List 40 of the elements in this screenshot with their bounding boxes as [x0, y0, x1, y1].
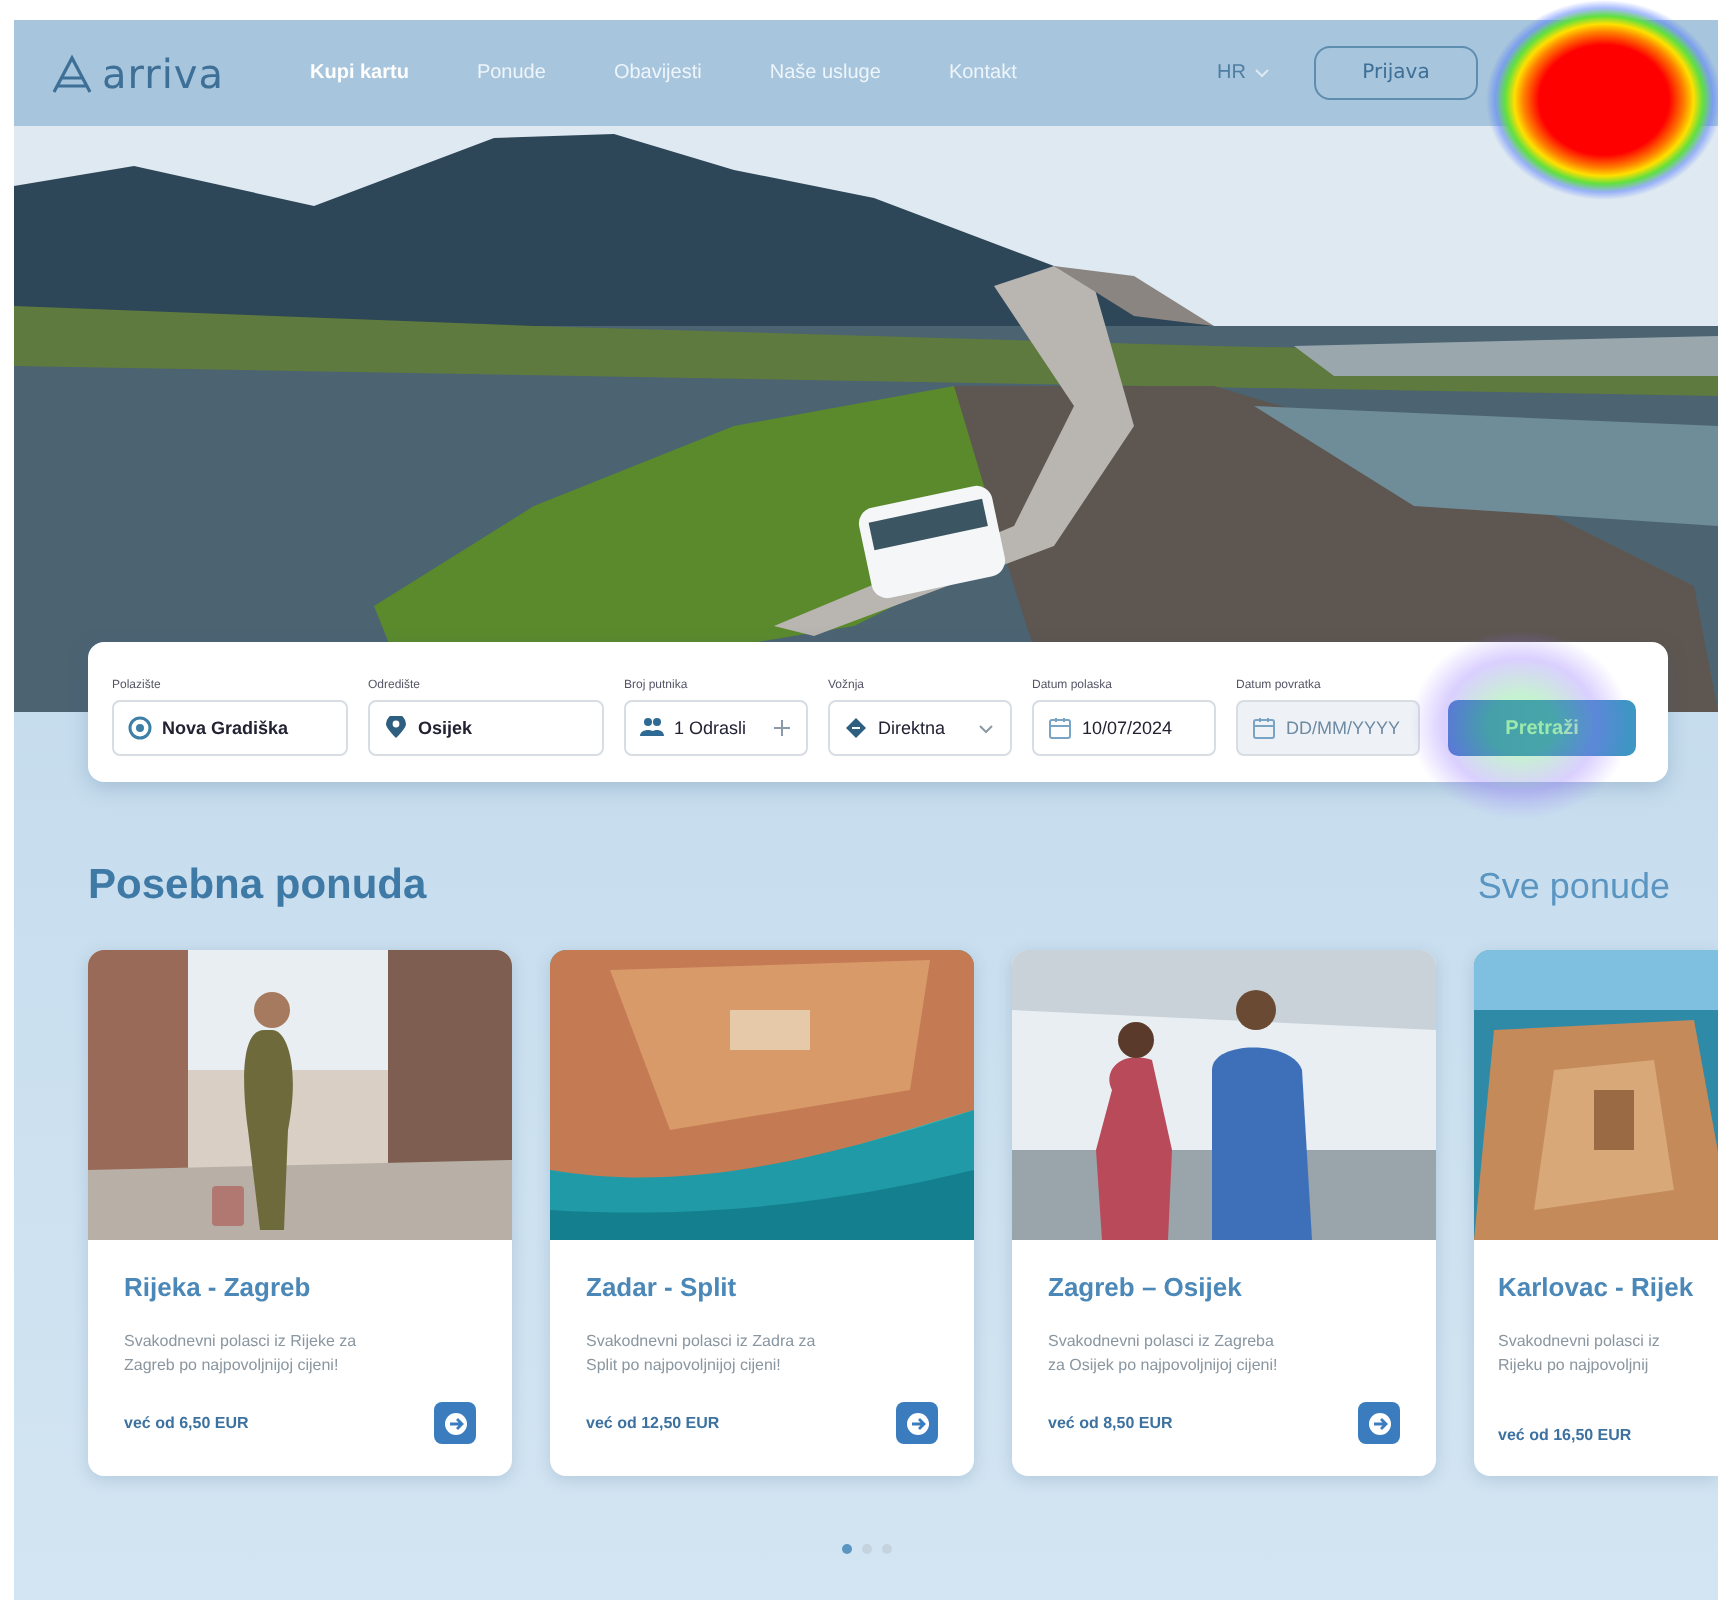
input-field[interactable]: Nova Gradiška [112, 700, 348, 756]
arrow-button[interactable] [1358, 1402, 1400, 1444]
arrow-icon [1367, 1411, 1391, 1435]
date-field[interactable]: DD/MM/YYYY [1236, 700, 1420, 756]
pin-icon [384, 716, 408, 740]
route-description: Svakodnevni polasci iz Rijeke za Zagreb po najpovoljnijoj cijeni! [124, 1330, 359, 1378]
price-label: već od 12,50 EUR [586, 1414, 720, 1432]
date-field[interactable]: 10/07/2024 [1032, 700, 1216, 756]
price-label: već od 16,50 EUR [1498, 1426, 1632, 1444]
offer-card[interactable]: Karlovac - Rijek Svakodnevni polasci iz Rijeku po najpovoljnij već od 16,50 EUR [1474, 950, 1718, 1476]
offer-card[interactable]: Zadar - Split Svakodnevni polasci iz Zadra za Split po najpovoljnijoj cijeni! već od 12,50 EUR [550, 950, 974, 1476]
input-field[interactable]: Osijek [368, 700, 604, 756]
logo-icon [50, 53, 94, 93]
price-label: već od 6,50 EUR [124, 1414, 249, 1432]
section-title: Posebna ponuda [88, 862, 427, 910]
route-title: Zadar - Split [586, 1272, 739, 1302]
price-label: već od 8,50 EUR [1048, 1414, 1173, 1432]
arrow-icon [443, 1411, 467, 1435]
input-field[interactable]: 1 Odrasli [624, 700, 808, 756]
route-title: Zagreb – Osijek [1048, 1272, 1244, 1302]
people-icon [640, 716, 664, 740]
arrow-button[interactable] [896, 1402, 938, 1444]
calendar-icon [1048, 716, 1072, 740]
login-button[interactable]: Prijava [1314, 46, 1478, 100]
arrow-button[interactable] [434, 1402, 476, 1444]
logo-text: arriva [102, 49, 224, 97]
offer-card[interactable]: Zagreb – Osijek Svakodnevni polasci iz Zagreba za Osijek po najpovoljnijoj cijeni! već od 8,50 EUR [1012, 950, 1436, 1476]
route-title: Rijeka - Zagreb [124, 1272, 313, 1302]
page-dot[interactable] [841, 1544, 851, 1554]
caret-icon [1254, 67, 1270, 79]
route-title: Karlovac - Rijek [1498, 1272, 1696, 1302]
location-icon [128, 716, 152, 740]
calendar-icon [1252, 716, 1276, 740]
arrow-icon [905, 1411, 929, 1435]
route-description: Svakodnevni polasci iz Zadra za Split po najpovoljnijoj cijeni! [586, 1330, 818, 1378]
select-field[interactable]: Direktna [828, 700, 1012, 756]
route-description: Svakodnevni polasci iz Zagreba za Osijek po najpovoljnijoj cijeni! [1048, 1330, 1280, 1378]
plus-icon [770, 716, 794, 740]
offer-card[interactable]: Rijeka - Zagreb Svakodnevni polasci iz Rijeke za Zagreb po najpovoljnijoj cijeni! već od 6,50 EUR [88, 950, 512, 1476]
route-description: Svakodnevni polasci iz Rijeku po najpovoljnij [1498, 1330, 1662, 1378]
